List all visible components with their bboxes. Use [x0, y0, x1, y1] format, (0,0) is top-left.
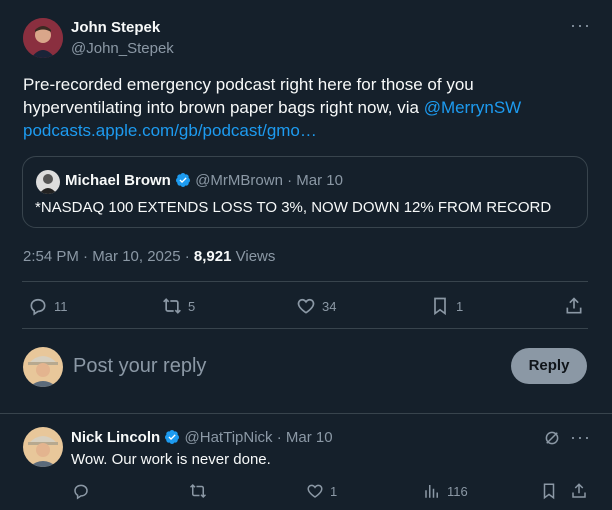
tweet-timestamp[interactable]: 2:54 PM · Mar 10, 2025 · [23, 248, 194, 265]
reply-author-avatar[interactable] [23, 427, 63, 467]
reply-text: Wow. Our work is never done. [71, 451, 271, 468]
quote-author-handle: @MrMBrown [195, 172, 283, 189]
repost-count: 5 [188, 298, 196, 314]
reply-author-line: Nick Lincoln @HatTipNick · Mar 10 [71, 429, 333, 446]
author-avatar[interactable] [23, 18, 63, 58]
tweet-url-link[interactable]: podcasts.apple.com/gb/podcast/gmo… [23, 121, 317, 140]
verified-badge-icon [165, 430, 180, 444]
quote-author-avatar [36, 170, 60, 194]
user-avatar[interactable] [23, 347, 63, 387]
divider [0, 413, 612, 414]
bookmark-icon [543, 483, 555, 500]
tweet-body: Pre-recorded emergency podcast right her… [23, 75, 474, 117]
reply-views-button[interactable]: 116 [423, 482, 468, 500]
reply-button[interactable]: 11 [28, 296, 68, 316]
reply-views-count: 116 [447, 483, 468, 499]
verified-badge-icon [176, 173, 191, 187]
share-icon [566, 297, 582, 314]
repost-icon [189, 483, 207, 499]
more-options-icon[interactable]: ··· [570, 16, 591, 34]
bookmark-count: 1 [456, 298, 464, 314]
reply-icon [74, 484, 88, 500]
quote-date: · Mar 10 [287, 172, 343, 189]
heart-icon [307, 484, 323, 498]
bookmark-icon [434, 297, 446, 316]
repost-button[interactable]: 5 [162, 296, 195, 316]
reply-count: 11 [54, 298, 68, 314]
tweet-meta: 2:54 PM · Mar 10, 2025 · 8,921 Views [23, 248, 275, 265]
reply-bookmark-button[interactable] [540, 482, 558, 500]
reply-like-count: 1 [330, 483, 338, 499]
reply-repost-button[interactable] [189, 482, 207, 500]
reply-reply-button[interactable] [72, 482, 90, 500]
views-chart-icon [425, 485, 438, 498]
reply-like-button[interactable]: 1 [306, 482, 337, 500]
mention-link[interactable]: @MerrynSW [424, 98, 522, 117]
bookmark-button[interactable]: 1 [430, 296, 463, 316]
share-button[interactable] [564, 296, 584, 316]
quoted-tweet[interactable]: Michael Brown @MrMBrown · Mar 10 *NASDAQ… [22, 156, 588, 228]
reply-author-name[interactable]: Nick Lincoln [71, 429, 160, 446]
like-button[interactable]: 34 [296, 296, 336, 316]
reply-icon [30, 298, 46, 316]
share-icon [572, 483, 586, 498]
reply-more-options-icon[interactable]: ··· [570, 428, 591, 446]
author-handle[interactable]: @John_Stepek [71, 40, 174, 57]
views-count: 8,921 [193, 248, 232, 265]
like-count: 34 [322, 298, 337, 314]
divider [22, 328, 588, 329]
quote-author-name: Michael Brown [65, 172, 171, 189]
reply-author-handle[interactable]: @HatTipNick [185, 429, 273, 446]
tweet-text: Pre-recorded emergency podcast right her… [23, 73, 563, 142]
repost-icon [163, 298, 181, 314]
divider [22, 281, 588, 282]
views-label: Views [231, 248, 276, 265]
heart-icon [297, 298, 315, 314]
quote-author-line: Michael Brown @MrMBrown · Mar 10 [65, 172, 343, 189]
grok-icon[interactable] [543, 429, 561, 447]
author-name[interactable]: John Stepek [71, 19, 160, 36]
quote-text: *NASDAQ 100 EXTENDS LOSS TO 3%, NOW DOWN… [35, 199, 552, 216]
reply-submit-button[interactable]: Reply [511, 348, 587, 384]
reply-date[interactable]: · Mar 10 [277, 429, 333, 446]
reply-share-button[interactable] [570, 482, 588, 500]
reply-input[interactable]: Post your reply [73, 355, 206, 378]
